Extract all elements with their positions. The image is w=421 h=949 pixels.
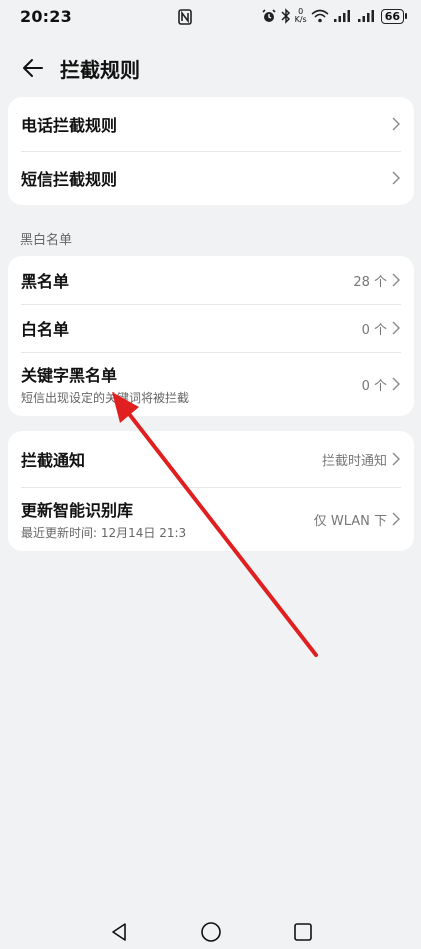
recents-square-icon[interactable] <box>292 921 314 943</box>
row-label: 更新智能识别库 <box>21 501 134 520</box>
system-nav-bar <box>0 915 421 949</box>
row-label: 白名单 <box>21 320 70 339</box>
call-sms-rules-card: 电话拦截规则 短信拦截规则 <box>8 97 414 205</box>
home-circle-icon[interactable] <box>200 921 222 943</box>
row-label: 拦截通知 <box>21 451 86 470</box>
arrow-left-icon[interactable] <box>20 54 48 82</box>
sms-block-rules-item[interactable]: 短信拦截规则 <box>8 151 414 205</box>
row-label: 电话拦截规则 <box>21 116 118 135</box>
signal-icon <box>333 10 350 22</box>
wifi-icon <box>311 9 329 23</box>
notification-update-card: 拦截通知 拦截时通知 更新智能识别库 最近更新时间: 12月14日 21:3 仅… <box>8 431 414 551</box>
status-bar: 20:23 0 K/s 66 <box>0 0 421 36</box>
row-value: 28 个 <box>353 274 387 290</box>
nfc-icon <box>178 9 192 25</box>
section-label-blackwhite: 黑白名单 <box>20 233 73 248</box>
chevron-right-icon <box>392 171 400 185</box>
net-speed: 0 K/s <box>294 7 307 24</box>
keyword-blacklist-item[interactable]: 关键字黑名单 短信出现设定的关键词将被拦截 0 个 <box>8 352 414 416</box>
back-triangle-icon[interactable] <box>108 921 130 943</box>
page-title: 拦截规则 <box>60 58 140 82</box>
battery-level: 66 <box>380 8 404 24</box>
status-time: 20:23 <box>20 7 72 26</box>
whitelist-item[interactable]: 白名单 0 个 <box>8 304 414 352</box>
app-header: 拦截规则 <box>0 50 421 90</box>
row-value: 0 个 <box>361 322 387 338</box>
row-subtitle: 短信出现设定的关键词将被拦截 <box>21 391 190 405</box>
row-subtitle: 最近更新时间: 12月14日 21:3 <box>21 526 187 540</box>
blacklist-item[interactable]: 黑名单 28 个 <box>8 256 414 304</box>
chevron-right-icon <box>392 512 400 526</box>
chevron-right-icon <box>392 377 400 391</box>
row-label: 黑名单 <box>21 272 70 291</box>
row-value: 仅 WLAN 下 <box>313 513 387 529</box>
row-label: 短信拦截规则 <box>21 170 118 189</box>
row-value: 拦截时通知 <box>321 453 387 469</box>
row-label: 关键字黑名单 <box>21 366 118 385</box>
alarm-icon <box>262 9 276 22</box>
blackwhite-list-card: 黑名单 28 个 白名单 0 个 关键字黑名单 短信出现设定的关键词将被拦截 0… <box>8 256 414 416</box>
update-recognition-db-item[interactable]: 更新智能识别库 最近更新时间: 12月14日 21:3 仅 WLAN 下 <box>8 487 414 551</box>
call-block-rules-item[interactable]: 电话拦截规则 <box>8 97 414 151</box>
chevron-right-icon <box>392 117 400 131</box>
status-icons: 0 K/s 66 <box>261 8 407 24</box>
chevron-right-icon <box>392 321 400 335</box>
chevron-right-icon <box>392 273 400 287</box>
chevron-right-icon <box>392 452 400 466</box>
battery-icon: 66 <box>380 8 407 24</box>
block-notification-item[interactable]: 拦截通知 拦截时通知 <box>8 431 414 487</box>
bluetooth-icon <box>281 8 290 24</box>
row-value: 0 个 <box>361 378 387 394</box>
signal-icon <box>357 10 374 22</box>
